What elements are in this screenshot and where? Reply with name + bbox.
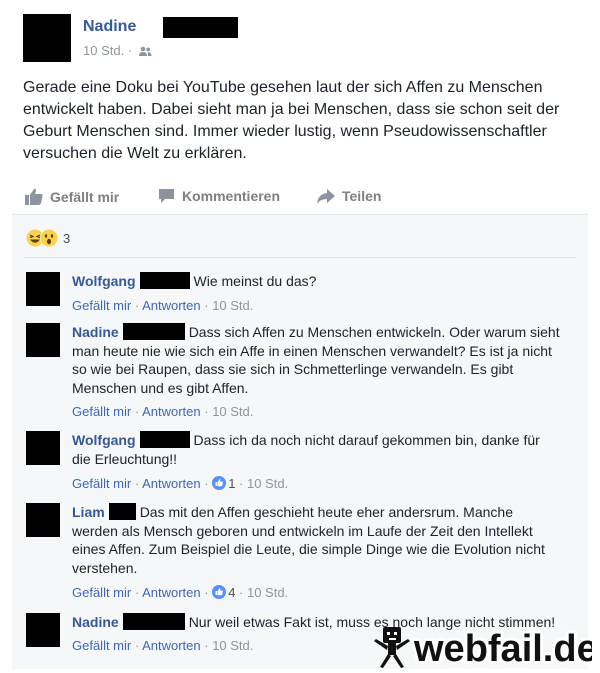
watermark-text: webfail.de [413, 628, 592, 669]
comment-author[interactable]: Wolfgang [72, 432, 136, 448]
comment-like-count[interactable]: 4 [228, 585, 235, 600]
comment-body: Wolfgang Dass ich da noch nicht darauf ge… [72, 431, 562, 468]
comment-like-link[interactable]: Gefällt mir [72, 404, 131, 419]
comment-reply-link[interactable]: Antworten [142, 585, 201, 600]
like-badge-icon[interactable] [212, 476, 227, 490]
comment-actions: Gefällt mir · Antworten · 10 Std. [72, 638, 254, 653]
comment-like-link[interactable]: Gefällt mir [72, 298, 131, 313]
reactions-count: 3 [63, 230, 71, 246]
comment-author-redaction [108, 503, 136, 520]
comment-reply-link[interactable]: Antworten [142, 638, 201, 653]
author-surname-redaction [163, 17, 238, 38]
facebook-post: Nadine 10 Std. · Gerade eine Doku bei Yo… [0, 0, 600, 673]
comment-body: Nadine Dass sich Affen zu Menschen entwic… [72, 323, 562, 397]
comment-author[interactable]: Liam [72, 504, 105, 520]
comment-reply-link[interactable]: Antworten [142, 298, 201, 313]
speech-bubble-icon [158, 188, 175, 204]
comment-reply-link[interactable]: Antworten [142, 404, 201, 419]
comments-section: 3 Wolfgang Wie meinst du das? Gefällt mir… [12, 214, 588, 669]
comment-time[interactable]: 10 Std. [212, 404, 253, 419]
post-author-name[interactable]: Nadine [83, 18, 136, 36]
comment-author[interactable]: Wolfgang [72, 273, 136, 289]
comment-avatar-redacted[interactable] [26, 431, 60, 465]
comment-actions: Gefällt mir · Antworten · 4 · 10 Std. [72, 585, 289, 600]
post-text: Gerade eine Doku bei YouTube gesehen lau… [23, 79, 560, 162]
comment-author-redaction [139, 431, 190, 448]
wow-emoji-icon [40, 229, 58, 247]
thumbs-up-icon [25, 188, 43, 205]
comment-author-redaction [139, 272, 190, 289]
like-badge-icon[interactable] [212, 585, 227, 599]
comment-actions: Gefällt mir · Antworten · 1 · 10 Std. [72, 476, 289, 491]
comment-button-label: Kommentieren [182, 188, 281, 204]
post-action-bar: Gefällt mir Kommentieren Teilen [23, 184, 578, 210]
comment-time[interactable]: 10 Std. [247, 585, 288, 600]
share-arrow-icon [317, 188, 335, 204]
comment-body: Liam Das mit den Affen geschieht heute eh… [72, 503, 562, 577]
comment-text: Das mit den Affen geschieht heute eher a… [72, 504, 545, 576]
comment-like-link[interactable]: Gefällt mir [72, 585, 131, 600]
comment-author-redaction [122, 613, 185, 630]
reactions-summary[interactable]: 3 [26, 229, 70, 247]
comment-avatar-redacted[interactable] [26, 503, 60, 537]
friends-icon[interactable] [138, 45, 152, 60]
comment-like-link[interactable]: Gefällt mir [72, 638, 131, 653]
comment-avatar-redacted[interactable] [26, 613, 60, 647]
post-header: Nadine 10 Std. · [23, 14, 583, 62]
like-button-label: Gefällt mir [50, 188, 120, 205]
comment-avatar-redacted[interactable] [26, 323, 60, 357]
comment-like-link[interactable]: Gefällt mir [72, 476, 131, 491]
webfail-mascot-icon [372, 625, 412, 669]
comment-body: Wolfgang Wie meinst du das? [72, 272, 562, 291]
comment-actions: Gefällt mir · Antworten · 10 Std. [72, 404, 254, 419]
comment-author-redaction [122, 323, 185, 340]
comment-like-count[interactable]: 1 [228, 476, 235, 491]
comment-avatar-redacted[interactable] [26, 272, 60, 306]
comment-text: Wie meinst du das? [193, 273, 317, 289]
like-button[interactable]: Gefällt mir [25, 188, 119, 205]
post-meta: 10 Std. · [83, 43, 152, 60]
comment-time[interactable]: 10 Std. [212, 638, 253, 653]
comment-button[interactable]: Kommentieren [158, 188, 280, 204]
share-button-label: Teilen [342, 188, 382, 204]
author-avatar-redacted[interactable] [23, 14, 71, 62]
comment-reply-link[interactable]: Antworten [142, 476, 201, 491]
comments-divider [24, 257, 576, 258]
post-timestamp[interactable]: 10 Std. · [83, 43, 132, 58]
watermark-text-graphic: webfail.de webfail.de [412, 625, 592, 669]
comment-actions: Gefällt mir · Antworten · 10 Std. [72, 298, 254, 313]
comment-time[interactable]: 10 Std. [212, 298, 253, 313]
comment-author[interactable]: Nadine [72, 324, 119, 340]
comment-time[interactable]: 10 Std. [247, 476, 288, 491]
share-button[interactable]: Teilen [317, 188, 381, 204]
webfail-watermark: webfail.de webfail.de [372, 625, 592, 669]
comment-author[interactable]: Nadine [72, 614, 119, 630]
